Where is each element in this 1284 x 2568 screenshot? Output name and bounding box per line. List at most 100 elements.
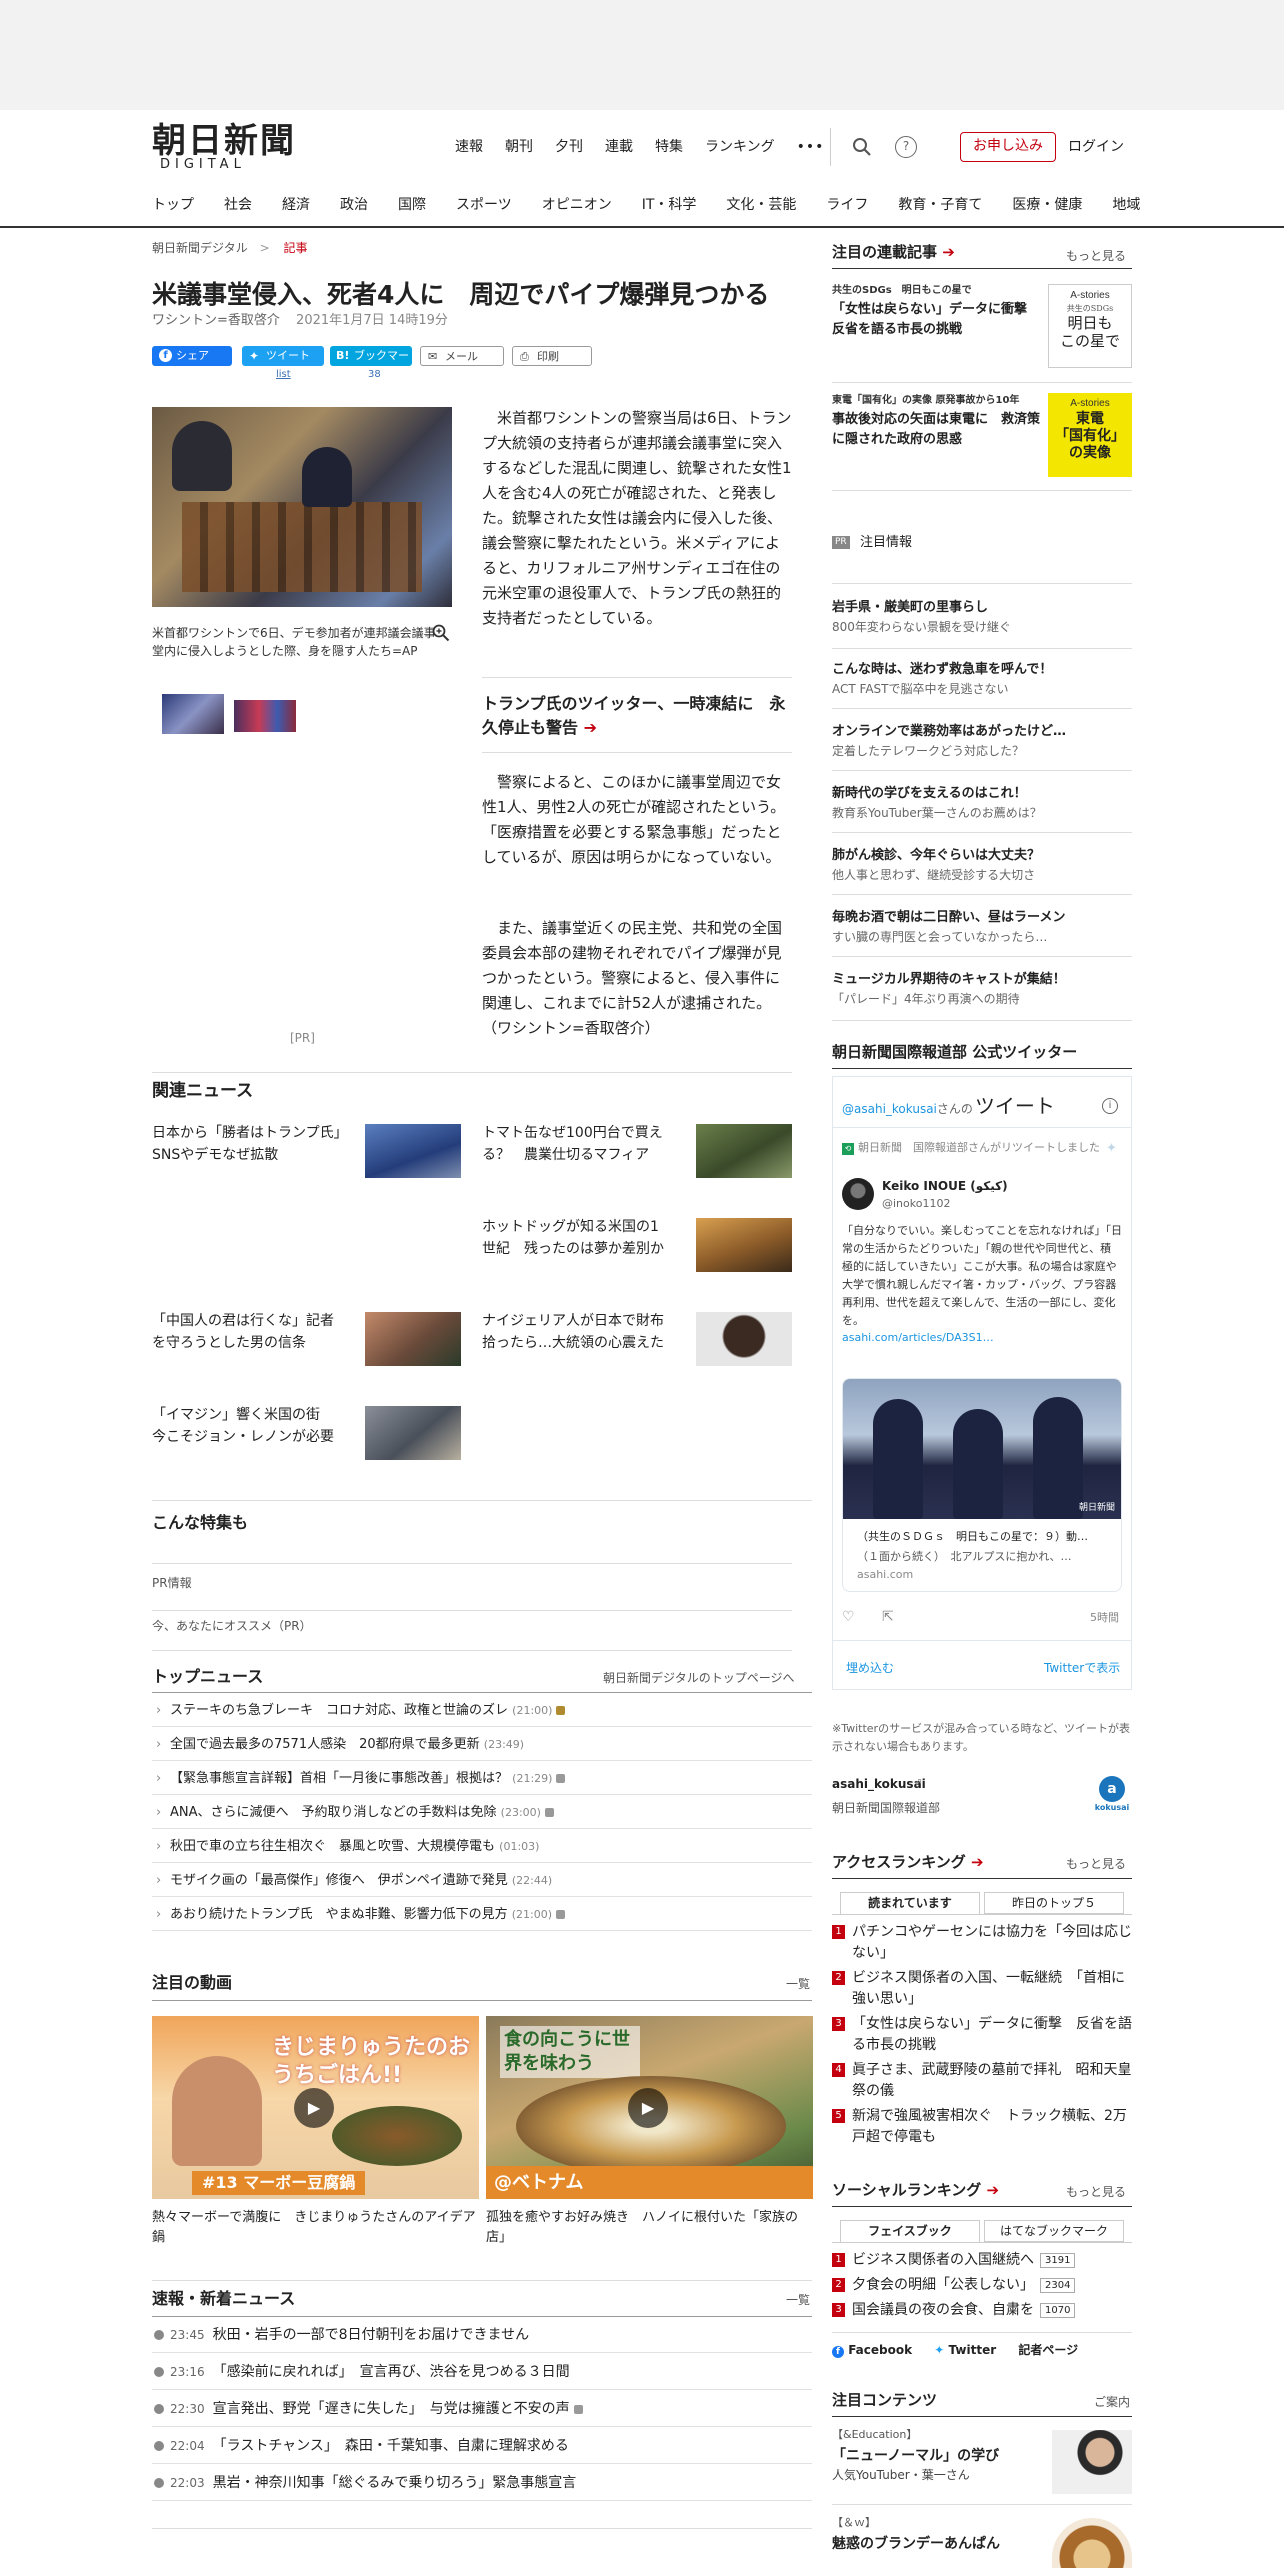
tweet-link[interactable]: asahi.com/articles/DA3S1… bbox=[842, 1330, 994, 1345]
more-menu-icon[interactable]: ••• bbox=[797, 138, 825, 158]
video-thumbnail-2[interactable]: 食の向こうに世界を味わう ▶ @ベトナム bbox=[486, 2016, 813, 2199]
info-icon[interactable]: i bbox=[1102, 1098, 1118, 1114]
social-ranking-item[interactable]: 3 国会議員の夜の会食、自粛を 1070 bbox=[832, 2300, 1132, 2321]
view-on-twitter-link[interactable]: Twitterで表示 bbox=[1044, 1660, 1120, 1677]
cat-health[interactable]: 医療・健康 bbox=[1012, 196, 1082, 216]
top-page-link[interactable]: 朝日新聞デジタルのトップページへ bbox=[603, 1670, 795, 1687]
related-item[interactable]: ホットドッグが知る米国の1世紀 残ったのは夢か差別か bbox=[482, 1216, 672, 1260]
cat-economy[interactable]: 経済 bbox=[282, 196, 310, 216]
cat-region[interactable]: 地域 bbox=[1112, 196, 1140, 216]
pr-item[interactable]: 岩手県・厳美町の里事らし 800年変わらない景観を受け継ぐ bbox=[832, 598, 1132, 636]
photo-thumbnail-1[interactable] bbox=[162, 694, 224, 734]
play-icon[interactable]: ▶ bbox=[628, 2088, 668, 2128]
twitter-bird-icon[interactable]: ✦ bbox=[1106, 1140, 1117, 1158]
twitter-link[interactable]: Twitter bbox=[949, 2343, 997, 2357]
cat-it-science[interactable]: IT・科学 bbox=[642, 196, 697, 216]
social-ranking-more[interactable]: もっと見る bbox=[1066, 2184, 1126, 2201]
nav-morning[interactable]: 朝刊 bbox=[505, 138, 533, 158]
play-icon[interactable]: ▶ bbox=[294, 2088, 334, 2128]
help-icon[interactable]: ? bbox=[895, 136, 917, 158]
content-thumbnail[interactable] bbox=[1052, 2430, 1132, 2494]
pr-item[interactable]: 毎晩お酒で朝は二日酔い、昼はラーメン すい臓の専門医と会っていなかったら… bbox=[832, 908, 1132, 946]
facebook-share-button[interactable]: f シェア bbox=[152, 346, 232, 366]
social-ranking-heading[interactable]: ソーシャルランキング ➔ bbox=[832, 2180, 999, 2201]
related-item[interactable]: トマト缶なぜ100円台で買える？ 農業仕切るマフィア bbox=[482, 1122, 672, 1166]
series-badge-sdgs[interactable]: A-stories 共生のSDGs 明日も この星で bbox=[1048, 284, 1132, 368]
cat-international[interactable]: 国際 bbox=[398, 196, 426, 216]
tweet-time[interactable]: 5時間 bbox=[1090, 1610, 1119, 1625]
cat-education[interactable]: 教育・子育て bbox=[898, 196, 982, 216]
cat-life[interactable]: ライフ bbox=[826, 196, 868, 216]
content-thumbnail[interactable] bbox=[1052, 2518, 1132, 2568]
related-thumbnail[interactable] bbox=[696, 1312, 792, 1366]
breaking-item[interactable]: 23:45 秋田・岩手の一部で8日付朝刊をお届けできません bbox=[152, 2317, 812, 2353]
series-heading[interactable]: 注目の連載記事 ➔ bbox=[832, 242, 955, 263]
subscribe-button[interactable]: お申し込み bbox=[960, 132, 1056, 162]
breaking-list-link[interactable]: 一覧 bbox=[786, 2292, 810, 2309]
related-thumbnail[interactable] bbox=[696, 1124, 792, 1178]
related-thumbnail[interactable] bbox=[365, 1406, 461, 1460]
related-item[interactable]: 日本から「勝者はトランプ氏」 SNSやデモなぜ拡散 bbox=[152, 1122, 355, 1166]
ranking-item[interactable]: 5 新潟で強風被害相次ぐ トラック横転、2万戸超で停電も bbox=[832, 2106, 1132, 2148]
related-thumbnail[interactable] bbox=[365, 1312, 461, 1366]
video-caption[interactable]: 熱々マーボーで満腹に きじまりゅうたさんのアイデア鍋 bbox=[152, 2208, 479, 2248]
nav-series[interactable]: 連載 bbox=[605, 138, 633, 158]
share-icon[interactable]: ⇱ bbox=[882, 1608, 894, 1628]
ranking-item[interactable]: 3 「女性は戻らない」データに衝撃 反省を語る市長の挑戦 bbox=[832, 2014, 1132, 2056]
related-item[interactable]: 「イマジン」響く米国の街 今こそジョン・レノンが必要 bbox=[152, 1404, 342, 1448]
embed-link[interactable]: 埋め込む bbox=[846, 1660, 894, 1677]
kokusai-logo[interactable]: a kokusai bbox=[1092, 1776, 1132, 1816]
video-caption[interactable]: 孤独を癒やすお好み焼き ハノイに根付いた「家族の店」 bbox=[486, 2208, 813, 2248]
search-icon[interactable] bbox=[852, 137, 872, 157]
twitter-share-button[interactable]: ✦ ツイート bbox=[242, 346, 324, 366]
ranking-item[interactable]: 1 パチンコやゲーセンには協力を「今回は応じない」 bbox=[832, 1922, 1132, 1964]
tab-hatena[interactable]: はてなブックマーク bbox=[984, 2220, 1124, 2242]
print-button[interactable]: ⎙ 印刷 bbox=[512, 346, 592, 366]
pr-item[interactable]: 肺がん検診、今年ぐらいは大丈夫？ 他人事と思わず、継続受診する大切さ bbox=[832, 846, 1132, 884]
related-thumbnail[interactable] bbox=[365, 1124, 461, 1178]
pr-item[interactable]: オンラインで業務効率はあがったけど… 定着したテレワークどう対応した？ bbox=[832, 722, 1132, 760]
related-item[interactable]: ナイジェリア人が日本で財布拾ったら…大統領の心震えた bbox=[482, 1310, 672, 1354]
series-more-link[interactable]: もっと見る bbox=[1066, 248, 1126, 265]
twitter-handle[interactable]: @asahi_kokusai bbox=[842, 1102, 937, 1116]
series-item-1[interactable]: 共生のSDGs 明日もこの星で 「女性は戻らない」データに衝撃 反省を語る市長の… bbox=[832, 282, 1042, 340]
cat-top[interactable]: トップ bbox=[152, 196, 194, 216]
like-icon[interactable]: ♡ bbox=[842, 1608, 855, 1628]
ranking-item[interactable]: 2 ビジネス関係者の入国、一転継続 「首相に強い思い」 bbox=[832, 1968, 1132, 2010]
tweet-user-handle[interactable]: @inoko1102 bbox=[882, 1196, 950, 1211]
top-news-item[interactable]: ANA、さらに減便へ 予約取り消しなどの手数料は免除 (23:00) bbox=[152, 1796, 812, 1829]
mail-button[interactable]: ✉ メール bbox=[420, 346, 504, 366]
pr-item[interactable]: こんな時は、迷わず救急車を呼んで！ ACT FASTで脳卒中を見逃さない bbox=[832, 660, 1132, 698]
nav-ranking[interactable]: ランキング bbox=[705, 138, 775, 158]
hatena-bookmark-button[interactable]: B! ブックマーク bbox=[330, 346, 412, 382]
cat-opinion[interactable]: オピニオン bbox=[542, 196, 612, 216]
twitter-account-name[interactable]: asahi_kokusai bbox=[832, 1776, 926, 1793]
nav-features[interactable]: 特集 bbox=[655, 138, 683, 158]
access-ranking-more[interactable]: もっと見る bbox=[1066, 1856, 1126, 1873]
pr-item[interactable]: ミュージカル界期待のキャストが集結！ 「パレード」4年ぶり再演への期待 bbox=[832, 970, 1132, 1008]
pr-item[interactable]: 新時代の学びを支えるのはこれ！ 教育系YouTuber葉一さんのお薦めは？ bbox=[832, 784, 1132, 822]
breaking-item[interactable]: 22:03 黒岩・神奈川知事「総ぐるみで乗り切ろう」緊急事態宣言 bbox=[152, 2465, 812, 2501]
related-inline-link[interactable]: トランプ氏のツイッター、一時凍結に 永久停止も警告 ➔ bbox=[482, 692, 792, 740]
login-link[interactable]: ログイン bbox=[1068, 138, 1124, 158]
videos-list-link[interactable]: 一覧 bbox=[786, 1976, 810, 1993]
tab-facebook[interactable]: フェイスブック bbox=[840, 2220, 980, 2242]
cat-sports[interactable]: スポーツ bbox=[456, 196, 512, 216]
cat-society[interactable]: 社会 bbox=[224, 196, 252, 216]
contents-guide-link[interactable]: ご案内 bbox=[1094, 2394, 1130, 2411]
hatena-count[interactable]: 38 bbox=[368, 368, 381, 382]
writers-link[interactable]: 記者ページ bbox=[1018, 2343, 1078, 2357]
social-ranking-item[interactable]: 1 ビジネス関係者の入国継続へ 3191 bbox=[832, 2250, 1132, 2271]
content-item[interactable]: 【&Education】 「ニューノーマル」の学び 人気YouTuber・葉一さ… bbox=[832, 2426, 1042, 2484]
top-news-item[interactable]: 全国で過去最多の7571人感染 20都府県で最多更新 (23:49) bbox=[152, 1728, 812, 1761]
top-news-item[interactable]: 秋田で車の立ち往生相次ぐ 暴風と吹雪、大規模停電も (01:03) bbox=[152, 1830, 812, 1863]
breaking-item[interactable]: 22:04 「ラストチャンス」 森田・千葉知事、自粛に理解求める bbox=[152, 2428, 812, 2464]
cat-culture[interactable]: 文化・芸能 bbox=[726, 196, 796, 216]
top-news-item[interactable]: あおり続けたトランプ氏 やまぬ非難、影響力低下の見方 (21:00) bbox=[152, 1898, 812, 1931]
ranking-item[interactable]: 4 眞子さま、武蔵野陵の墓前で拝礼 昭和天皇祭の儀 bbox=[832, 2060, 1132, 2102]
video-thumbnail-1[interactable]: きじまりゅうたのおうちごはん!! ▶ #13 マーボー豆腐鍋 bbox=[152, 2016, 479, 2199]
tweet-user-name[interactable]: Keiko INOUE (كيكو) bbox=[882, 1178, 1008, 1195]
tweet-avatar[interactable] bbox=[842, 1178, 874, 1210]
access-ranking-heading[interactable]: アクセスランキング ➔ bbox=[832, 1852, 984, 1873]
cat-politics[interactable]: 政治 bbox=[340, 196, 368, 216]
